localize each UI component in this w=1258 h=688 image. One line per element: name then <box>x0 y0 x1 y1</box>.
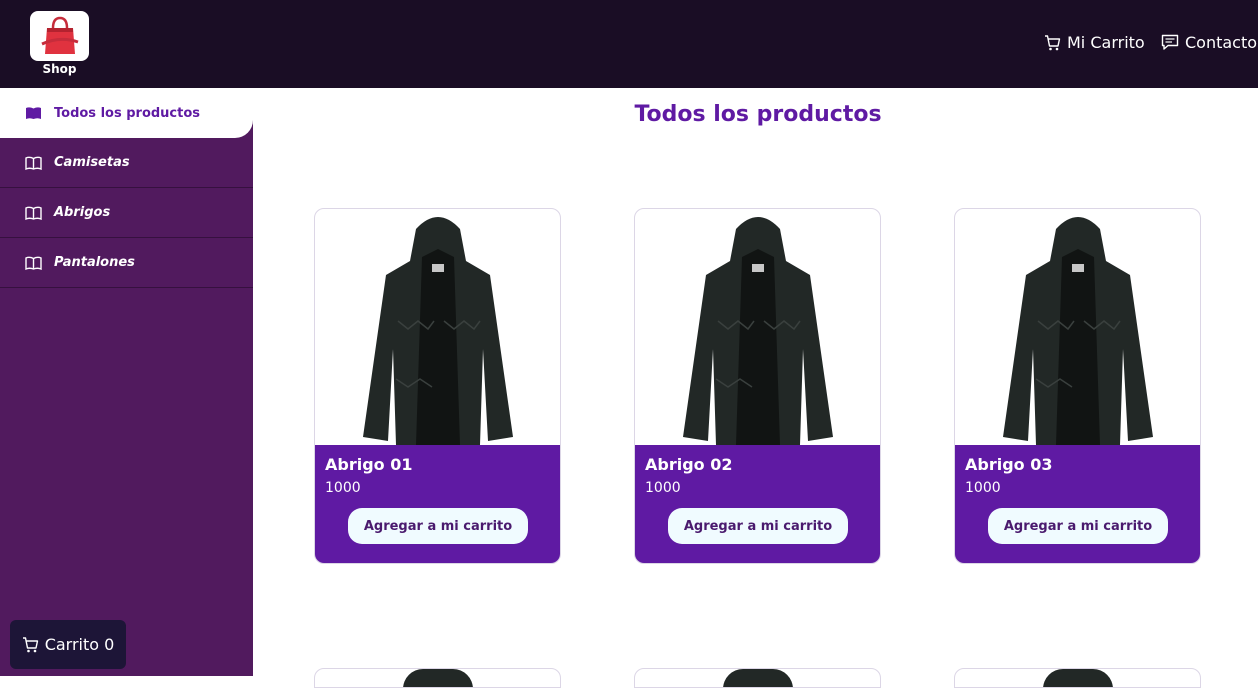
product-name: Abrigo 02 <box>645 455 733 474</box>
cart-icon <box>22 636 38 652</box>
sidebar-item-label: Todos los productos <box>54 105 201 121</box>
coat-image <box>362 217 513 445</box>
product-price: 1000 <box>325 480 361 496</box>
coat-image <box>682 217 833 445</box>
add-to-cart-button[interactable]: Agregar a mi carrito <box>988 508 1168 544</box>
product-image[interactable] <box>955 209 1200 445</box>
product-card: Abrigo 01 1000 Agregar a mi carrito <box>314 208 561 564</box>
product-image[interactable] <box>635 209 880 445</box>
product-card: Abrigo 02 1000 Agregar a mi carrito <box>634 208 881 564</box>
sidebar-item-label: Abrigos <box>54 205 111 220</box>
product-price: 1000 <box>965 480 1001 496</box>
add-to-cart-button[interactable]: Agregar a mi carrito <box>348 508 528 544</box>
cart-float-button[interactable]: Carrito 0 <box>10 620 126 669</box>
sidebar-item-label: Camisetas <box>54 155 130 170</box>
sidebar-item-abrigos[interactable]: Abrigos <box>0 188 253 238</box>
book-icon <box>26 107 41 119</box>
top-bar: Shop Mi Carrito Contacto <box>0 0 1258 88</box>
sidebar-item-pantalones[interactable]: Pantalones <box>0 238 253 288</box>
nav-my-cart[interactable]: Mi Carrito <box>1044 33 1145 52</box>
sidebar-item-label: Pantalones <box>54 255 135 270</box>
chat-icon <box>1161 34 1179 50</box>
page-title: Todos los productos <box>634 102 882 127</box>
shopping-bag-icon <box>40 16 78 54</box>
product-card-partial <box>954 668 1201 688</box>
sidebar-item-camisetas[interactable]: Camisetas <box>0 138 253 188</box>
product-price: 1000 <box>645 480 681 496</box>
product-info: Abrigo 02 1000 Agregar a mi carrito <box>635 445 880 563</box>
nav-contact-label: Contacto <box>1185 33 1258 52</box>
logo-text: Shop <box>42 62 77 76</box>
add-to-cart-button[interactable]: Agregar a mi carrito <box>668 508 848 544</box>
book-icon <box>25 206 42 220</box>
product-image[interactable] <box>315 209 560 445</box>
coat-image <box>723 669 793 687</box>
cart-float-label: Carrito 0 <box>44 635 115 654</box>
product-card-partial <box>314 668 561 688</box>
product-name: Abrigo 03 <box>965 455 1053 474</box>
sidebar: Todos los productos Camisetas Abrigos Pa… <box>0 88 253 676</box>
cart-icon <box>1045 34 1061 50</box>
book-icon <box>25 256 42 270</box>
product-info: Abrigo 01 1000 Agregar a mi carrito <box>315 445 560 563</box>
coat-image <box>1002 217 1153 445</box>
shop-logo[interactable] <box>30 11 89 61</box>
coat-image <box>403 669 473 687</box>
coat-image <box>1043 669 1113 687</box>
nav-my-cart-label: Mi Carrito <box>1067 33 1145 52</box>
product-card: Abrigo 03 1000 Agregar a mi carrito <box>954 208 1201 564</box>
book-icon <box>25 156 42 170</box>
nav-contact[interactable]: Contacto <box>1161 33 1257 52</box>
product-info: Abrigo 03 1000 Agregar a mi carrito <box>955 445 1200 563</box>
product-name: Abrigo 01 <box>325 455 413 474</box>
sidebar-item-todos[interactable]: Todos los productos <box>0 88 253 138</box>
product-card-partial <box>634 668 881 688</box>
